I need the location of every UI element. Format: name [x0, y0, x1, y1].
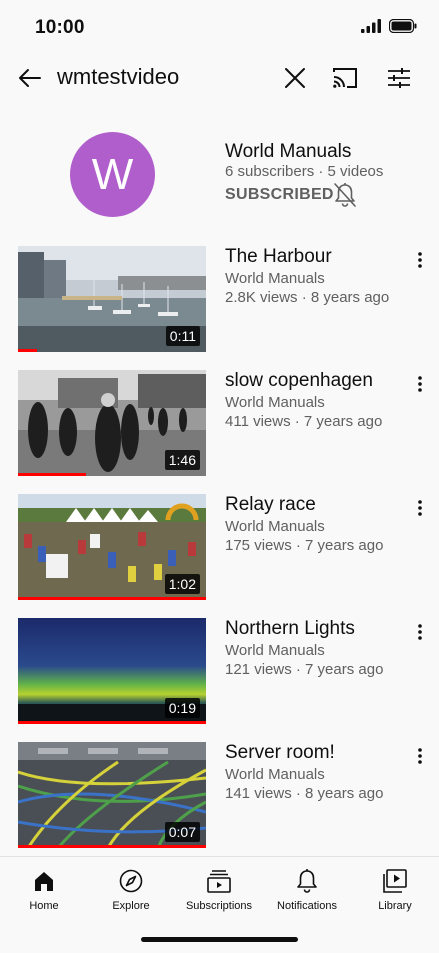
back-button[interactable]	[14, 62, 46, 94]
video-thumbnail[interactable]: 1:46	[18, 370, 206, 476]
status-icons	[361, 19, 417, 33]
video-meta: 175 views · 7 years ago	[225, 537, 384, 554]
video-meta: 411 views · 7 years ago	[225, 413, 383, 430]
video-meta: 2.8K views · 8 years ago	[225, 289, 390, 306]
video-more-button[interactable]	[410, 744, 430, 768]
video-channel: World Manuals	[225, 766, 325, 783]
video-channel: World Manuals	[225, 270, 325, 287]
video-item[interactable]: 0:11 The Harbour World Manuals 2.8K view…	[0, 246, 439, 354]
search-query[interactable]: wmtestvideo	[57, 64, 179, 90]
video-more-button[interactable]	[410, 496, 430, 520]
video-title[interactable]: slow copenhagen	[225, 370, 373, 392]
home-indicator	[141, 937, 298, 942]
watch-progress-bar	[18, 721, 206, 724]
nav-notifications[interactable]: Notifications	[263, 863, 351, 919]
nav-home[interactable]: Home	[0, 863, 88, 919]
video-channel: World Manuals	[225, 642, 325, 659]
filter-button[interactable]	[385, 64, 413, 92]
home-icon	[35, 872, 53, 891]
video-meta: 141 views · 8 years ago	[225, 785, 384, 802]
video-thumbnail[interactable]: 0:07	[18, 742, 206, 848]
video-title[interactable]: Server room!	[225, 742, 335, 764]
filter-sliders-icon	[388, 68, 410, 88]
watch-progress-bar	[18, 845, 206, 848]
video-more-button[interactable]	[410, 620, 430, 644]
video-meta: 121 views · 7 years ago	[225, 661, 384, 678]
more-vert-icon	[418, 252, 422, 268]
nav-library-label: Library	[378, 900, 412, 912]
video-more-button[interactable]	[410, 248, 430, 272]
nav-explore-label: Explore	[112, 900, 150, 912]
nav-explore[interactable]: Explore	[87, 863, 175, 919]
subscribed-button[interactable]: SUBSCRIBED	[225, 186, 334, 204]
library-icon	[383, 869, 407, 893]
video-item[interactable]: 0:19 Northern Lights World Manuals 121 v…	[0, 618, 439, 726]
video-item[interactable]: 1:46 slow copenhagen World Manuals 411 v…	[0, 370, 439, 478]
video-channel: World Manuals	[225, 394, 325, 411]
video-more-button[interactable]	[410, 372, 430, 396]
signal-icon	[361, 19, 381, 33]
status-bar: 10:00	[0, 0, 439, 56]
nav-subscriptions[interactable]: Subscriptions	[175, 863, 263, 919]
video-duration: 1:02	[164, 574, 200, 594]
cast-button[interactable]	[330, 64, 360, 92]
channel-avatar[interactable]: W	[70, 132, 155, 217]
video-thumbnail[interactable]: 0:11	[18, 246, 206, 352]
clear-search-button[interactable]	[281, 64, 309, 92]
cast-icon	[333, 68, 357, 88]
video-title[interactable]: Northern Lights	[225, 618, 355, 640]
video-duration: 0:07	[164, 822, 200, 842]
video-duration: 0:11	[165, 326, 200, 346]
video-thumbnail[interactable]: 0:19	[18, 618, 206, 724]
video-title[interactable]: The Harbour	[225, 246, 332, 268]
more-vert-icon	[418, 624, 422, 640]
nav-notifications-label: Notifications	[277, 900, 337, 912]
battery-icon	[389, 19, 417, 33]
watch-progress-bar	[18, 349, 37, 352]
search-bar: wmtestvideo	[0, 56, 439, 100]
video-channel: World Manuals	[225, 518, 325, 535]
nav-subscriptions-label: Subscriptions	[185, 900, 253, 912]
video-duration: 0:19	[164, 698, 200, 718]
notifications-off-icon[interactable]	[333, 182, 357, 208]
more-vert-icon	[418, 376, 422, 392]
video-title[interactable]: Relay race	[225, 494, 316, 516]
back-arrow-icon	[19, 69, 41, 87]
close-icon	[285, 68, 305, 88]
video-thumbnail[interactable]: 1:02	[18, 494, 206, 600]
subscriptions-icon	[207, 870, 231, 893]
channel-name: World Manuals	[225, 141, 352, 162]
nav-home-label: Home	[29, 900, 59, 912]
watch-progress-bar	[18, 473, 86, 476]
video-item[interactable]: 0:07 Server room! World Manuals 141 view…	[0, 742, 439, 850]
nav-library[interactable]: Library	[351, 863, 439, 919]
notifications-bell-icon	[297, 869, 317, 893]
status-time: 10:00	[35, 17, 85, 38]
watch-progress-bar	[18, 597, 206, 600]
channel-result[interactable]: W World Manuals 6 subscribers · 5 videos…	[0, 120, 439, 230]
more-vert-icon	[418, 748, 422, 764]
channel-meta: 6 subscribers · 5 videos	[225, 163, 384, 180]
explore-compass-icon	[119, 869, 143, 893]
video-item[interactable]: 1:02 Relay race World Manuals 175 views …	[0, 494, 439, 602]
video-duration: 1:46	[164, 450, 200, 470]
more-vert-icon	[418, 500, 422, 516]
